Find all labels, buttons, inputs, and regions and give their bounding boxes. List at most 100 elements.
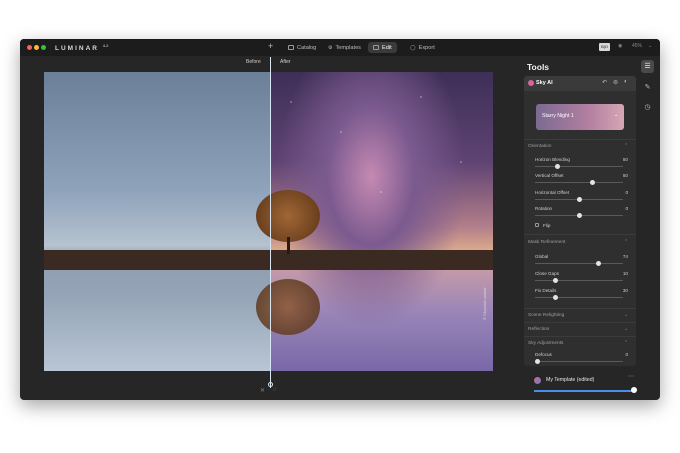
fix-details-knob[interactable]	[553, 295, 558, 300]
close-compare-icon[interactable]: ✕	[260, 387, 265, 394]
tab-export-label: Export	[418, 44, 435, 51]
flip-checkbox[interactable]	[535, 223, 539, 227]
photo-canvas[interactable]: © Skylum/Luminar	[44, 72, 493, 371]
templates-icon: ⚙	[328, 44, 333, 51]
before-image	[44, 72, 271, 371]
sky-tool-header[interactable]: Sky AI ↶ ⊚ ◐	[524, 76, 636, 91]
compare-button[interactable]: B|O	[599, 43, 610, 51]
vertical-offset-track[interactable]	[535, 182, 623, 183]
tab-catalog[interactable]: Catalog	[283, 42, 321, 53]
horizontal-offset-knob[interactable]	[577, 197, 582, 202]
app-logo: LUMINAR 4.2	[55, 43, 108, 52]
history-icon[interactable]: ◷	[641, 101, 654, 114]
app-name: LUMINAR	[55, 45, 99, 53]
global-value[interactable]: 74	[618, 254, 628, 259]
close-gaps-track[interactable]	[535, 280, 623, 281]
close-window-button[interactable]	[27, 45, 32, 50]
eye-icon[interactable]: ◉	[618, 43, 622, 49]
fix-details-label: Fix Details	[535, 288, 557, 293]
photo-watermark: © Skylum/Luminar	[482, 287, 487, 320]
section-reflection[interactable]: Reflection	[528, 327, 549, 332]
after-label: After	[280, 59, 291, 65]
more-options-icon[interactable]: ⋯	[628, 373, 634, 380]
section-orientation[interactable]: Orientation	[528, 144, 551, 149]
close-gaps-value[interactable]: 10	[618, 271, 628, 276]
tab-templates-label: Templates	[335, 44, 361, 51]
dropdown-icon: ⌄	[614, 112, 619, 118]
vertical-offset-knob[interactable]	[590, 180, 595, 185]
adjustments-icon[interactable]: ☰	[641, 60, 654, 73]
add-photos-button[interactable]: +	[268, 41, 273, 51]
undo-icon[interactable]: ↶	[602, 79, 607, 86]
defocus-value[interactable]: 0	[618, 352, 628, 357]
app-window: LUMINAR 4.2 + Catalog ⚙ Templates Edit ◯…	[20, 39, 660, 400]
defocus-track[interactable]	[535, 361, 623, 362]
horizon-blending-knob[interactable]	[555, 164, 560, 169]
tree-reflection	[256, 279, 320, 335]
defocus-knob[interactable]	[535, 359, 540, 364]
tab-edit[interactable]: Edit	[368, 42, 397, 53]
rotation-value[interactable]: 0	[618, 206, 628, 211]
reset-icon[interactable]: ⊚	[613, 79, 618, 86]
vertical-offset-value[interactable]: 50	[618, 173, 628, 178]
divider	[524, 139, 636, 140]
minimize-window-button[interactable]	[34, 45, 39, 50]
tools-title: Tools	[527, 62, 550, 72]
close-gaps-label: Close Gaps	[535, 271, 560, 276]
zoom-level[interactable]: 45%	[632, 43, 642, 49]
before-label: Before	[246, 59, 261, 65]
fix-details-track[interactable]	[535, 297, 623, 298]
sky-tool-name: Sky AI	[536, 80, 553, 86]
compare-split-line[interactable]	[270, 57, 271, 388]
tab-templates[interactable]: ⚙ Templates	[323, 42, 366, 53]
tree-trunk	[287, 237, 290, 254]
template-name[interactable]: My Template (edited)	[546, 377, 594, 383]
divider	[524, 308, 636, 309]
template-bar: My Template (edited) ⋯	[524, 370, 637, 400]
tab-catalog-label: Catalog	[297, 44, 317, 51]
section-sky-adjustments[interactable]: Sky Adjustments	[528, 341, 563, 346]
tab-export[interactable]: ◯ Export	[405, 42, 440, 53]
global-knob[interactable]	[596, 261, 601, 266]
template-amount-slider[interactable]	[534, 390, 634, 392]
horizon-blending-label: Horizon Blending	[535, 157, 570, 162]
horizon-blending-value[interactable]: 50	[618, 157, 628, 162]
brush-icon[interactable]: ✎	[641, 81, 654, 94]
sky-preset-selector[interactable]: Starry Night 1 ⌄	[536, 104, 624, 130]
vertical-offset-label: Vertical Offset	[535, 173, 564, 178]
fix-details-value[interactable]: 30	[618, 288, 628, 293]
close-gaps-knob[interactable]	[553, 278, 558, 283]
rotation-label: Rotation	[535, 206, 553, 211]
chevron-up-icon[interactable]: ⌃	[624, 143, 628, 149]
tree-canopy	[256, 190, 320, 242]
sky-icon	[528, 80, 534, 86]
chevron-down-icon[interactable]: ⌄	[624, 326, 628, 332]
horizontal-offset-value[interactable]: 0	[618, 190, 628, 195]
zoom-window-button[interactable]	[41, 45, 46, 50]
flip-label: Flip	[543, 223, 551, 228]
global-track[interactable]	[535, 263, 623, 264]
toggle-icon[interactable]: ◐	[624, 79, 628, 85]
template-icon	[534, 377, 541, 384]
zoom-chevron-icon[interactable]: ⌄	[648, 43, 652, 49]
defocus-label: Defocus	[535, 352, 552, 357]
export-icon: ◯	[410, 44, 416, 51]
section-mask-refinement[interactable]: Mask Refinement	[528, 240, 565, 245]
title-bar: LUMINAR 4.2 + Catalog ⚙ Templates Edit ◯…	[20, 39, 660, 56]
horizon-blending-track[interactable]	[535, 166, 623, 167]
sky-tool-card: Sky AI ↶ ⊚ ◐ Starry Night 1 ⌄ Orientatio…	[524, 76, 636, 366]
global-label: Global	[535, 254, 549, 259]
section-scene-relighting[interactable]: Scene Relighting	[528, 313, 564, 318]
horizontal-offset-label: Horizontal Offset	[535, 190, 570, 195]
rotation-knob[interactable]	[577, 213, 582, 218]
horizon-land	[44, 250, 493, 270]
template-amount-knob[interactable]	[631, 387, 637, 393]
tab-edit-label: Edit	[382, 44, 392, 51]
chevron-down-icon[interactable]: ⌄	[624, 312, 628, 318]
mask-icon[interactable]: ◌	[273, 387, 277, 393]
sliders-icon	[373, 45, 379, 50]
sky-preset-label: Starry Night 1	[542, 113, 574, 119]
divider	[524, 336, 636, 337]
chevron-up-icon[interactable]: ⌃	[624, 340, 628, 346]
chevron-up-icon[interactable]: ⌃	[624, 239, 628, 245]
